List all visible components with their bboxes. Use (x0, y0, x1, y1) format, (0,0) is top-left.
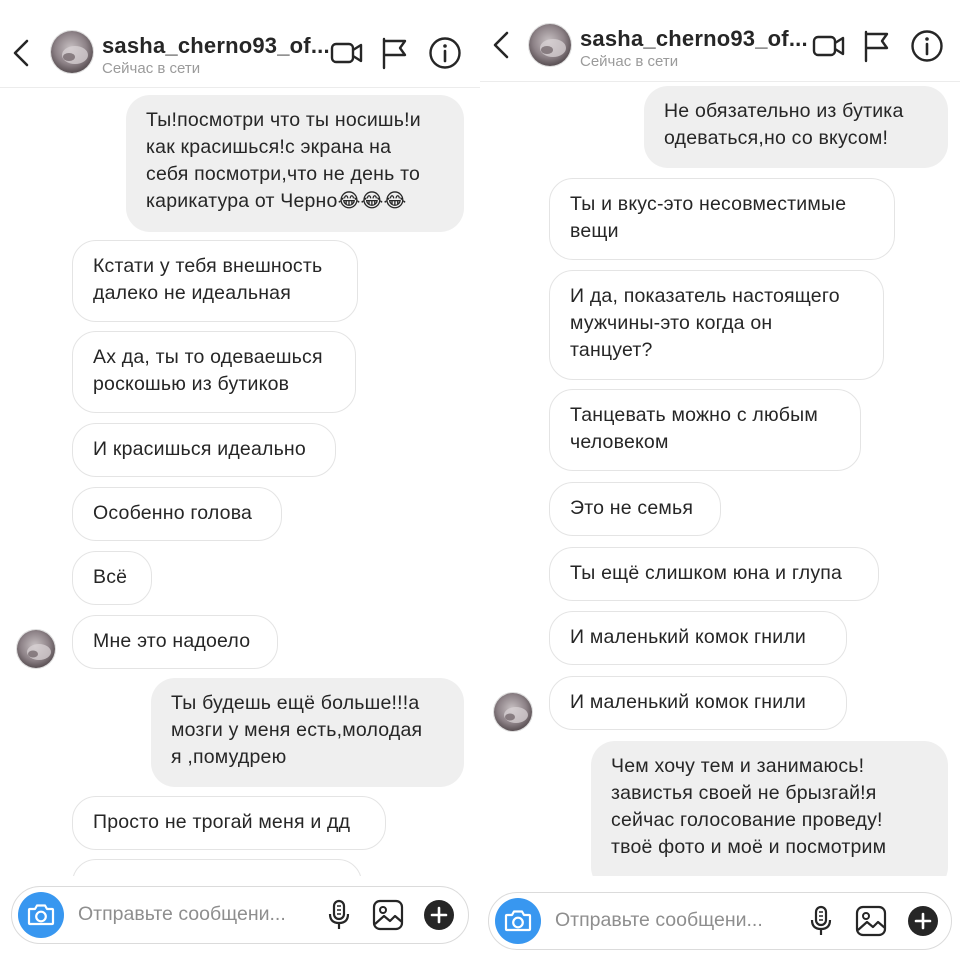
camera-icon (504, 910, 532, 932)
message-input[interactable]: Отправьте сообщени... (78, 903, 286, 926)
avatar[interactable] (528, 23, 572, 67)
camera-button[interactable] (18, 892, 64, 938)
microphone-icon[interactable] (323, 899, 355, 931)
info-icon[interactable] (910, 29, 944, 63)
message-incoming[interactable]: Кстати у тебя внешность далеко не идеаль… (72, 240, 358, 322)
image-gallery-icon[interactable] (855, 905, 887, 937)
microphone-icon[interactable] (805, 905, 837, 937)
image-gallery-icon[interactable] (372, 899, 404, 931)
chat-panel-left: sasha_cherno93_of... Сейчас в сети Ты!по… (0, 0, 480, 960)
video-camera-icon[interactable] (330, 36, 364, 70)
chat-header: sasha_cherno93_of... Сейчас в сети (0, 0, 480, 88)
message-list[interactable]: Не обязательно из бутика одеваться,но со… (480, 82, 960, 876)
message-outgoing[interactable]: Ты!посмотри что ты носишь!и как красишьс… (126, 95, 464, 232)
message-incoming[interactable]: Особенно голова (72, 487, 282, 541)
message-incoming[interactable]: Мне это надоело (72, 615, 278, 669)
message-composer: Отправьте сообщени... (11, 886, 469, 944)
camera-icon (27, 904, 55, 926)
message-incoming[interactable]: И маленький комок гнили (549, 676, 847, 730)
plus-icon[interactable] (423, 899, 455, 931)
flag-icon[interactable] (378, 36, 412, 70)
chevron-left-icon[interactable] (490, 30, 512, 60)
message-input[interactable]: Отправьте сообщени... (555, 909, 763, 932)
message-incoming[interactable]: Всё (72, 551, 152, 605)
camera-button[interactable] (495, 898, 541, 944)
online-status: Сейчас в сети (102, 60, 201, 77)
message-outgoing[interactable]: Не обязательно из бутика одеваться,но со… (644, 86, 948, 168)
message-incoming[interactable]: Это не семья (549, 482, 721, 536)
message-incoming[interactable]: Танцевать можно с любым человеком (549, 389, 861, 471)
message-composer: Отправьте сообщени... (488, 892, 952, 950)
chat-panel-right: sasha_cherno93_of... Сейчас в сети Не об… (480, 0, 960, 960)
message-outgoing[interactable]: Чем хочу тем и занимаюсь! завистья своей… (591, 741, 948, 876)
contact-name[interactable]: sasha_cherno93_of... (102, 33, 330, 59)
video-camera-icon[interactable] (812, 29, 846, 63)
chat-header: sasha_cherno93_of... Сейчас в сети (480, 0, 960, 82)
message-incoming[interactable]: Ах да, ты то одеваешься роскошью из бути… (72, 331, 356, 413)
message-outgoing[interactable]: Ты будешь ещё больше!!!а мозги у меня ес… (151, 678, 464, 787)
message-incoming[interactable]: И красишься идеально (72, 423, 336, 477)
info-icon[interactable] (428, 36, 462, 70)
message-incoming[interactable]: И да, показатель настоящего мужчины-это … (549, 270, 884, 380)
flag-icon[interactable] (860, 29, 894, 63)
plus-icon[interactable] (907, 905, 939, 937)
chevron-left-icon[interactable] (10, 38, 32, 68)
message-incoming-partial[interactable] (72, 859, 362, 876)
avatar[interactable] (50, 30, 94, 74)
message-incoming[interactable]: Просто не трогай меня и дд (72, 796, 386, 850)
message-incoming[interactable]: И маленький комок гнили (549, 611, 847, 665)
avatar[interactable] (493, 692, 533, 732)
message-incoming[interactable]: Ты ещё слишком юна и глупа (549, 547, 879, 601)
contact-name[interactable]: sasha_cherno93_of... (580, 26, 808, 52)
message-incoming[interactable]: Ты и вкус-это несовместимые вещи (549, 178, 895, 260)
message-list[interactable]: Ты!посмотри что ты носишь!и как красишьс… (0, 88, 480, 876)
avatar[interactable] (16, 629, 56, 669)
online-status: Сейчас в сети (580, 53, 679, 70)
